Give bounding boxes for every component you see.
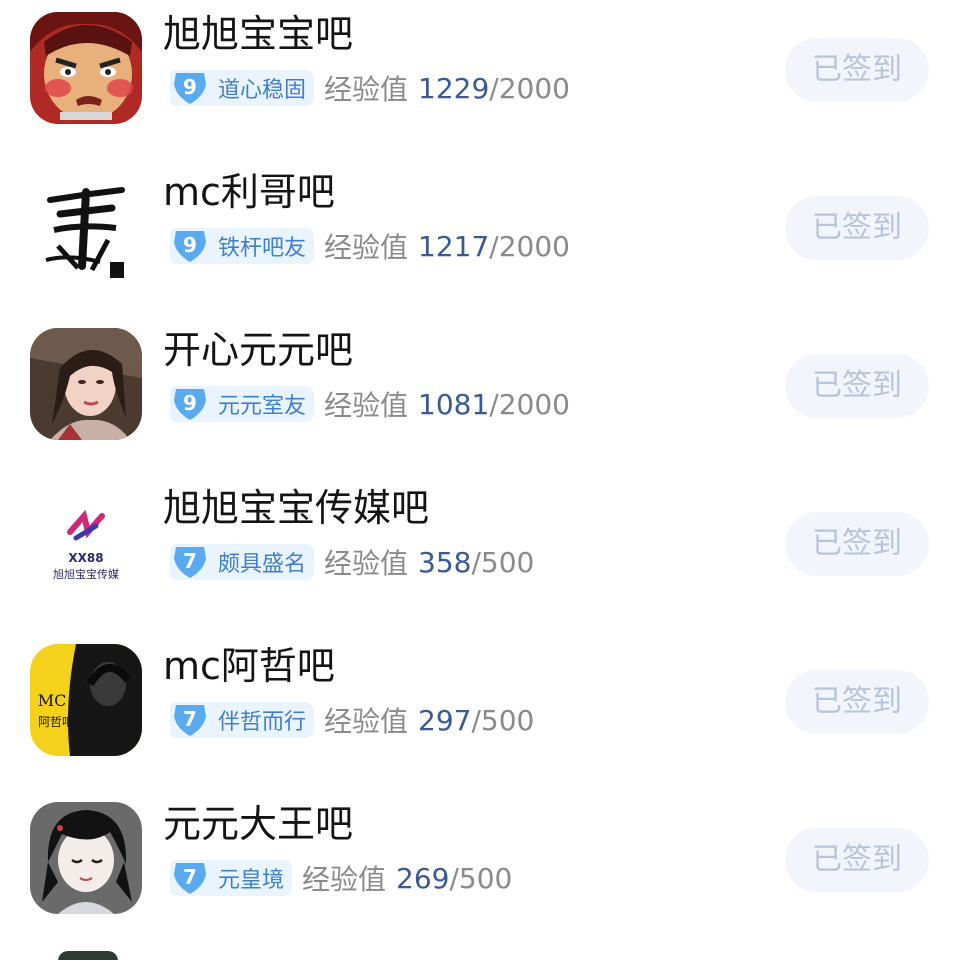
forum-name[interactable]: mc阿哲吧	[163, 640, 335, 692]
level-title: 铁杆吧友	[218, 236, 307, 261]
exp-max: /500	[471, 703, 535, 737]
logo-text: XX88	[68, 551, 103, 565]
level-number: 9	[183, 391, 197, 415]
exp-max: /500	[471, 545, 535, 579]
forum-meta: 7 颇具盛名 经验值 358 /500	[170, 542, 534, 582]
forum-row[interactable]: mc利哥吧 9 铁杆吧友 经验值 1217 /2000 已签到	[0, 158, 960, 316]
forum-row[interactable]: XX88 旭旭宝宝传媒 旭旭宝宝传媒吧 7 颇具盛名 经验值 358 /500 …	[0, 474, 960, 632]
level-number: 7	[183, 865, 197, 889]
signed-in-button[interactable]: 已签到	[785, 196, 929, 260]
exp-current: 269	[396, 861, 450, 895]
exp-current: 1081	[418, 387, 490, 421]
forum-list: 旭旭宝宝吧 9 道心稳固 经验值 1229 /2000 已签到 mc利哥吧 9 …	[0, 0, 960, 960]
level-shield-icon: 9	[170, 386, 210, 422]
exp-current: 1217	[418, 229, 490, 263]
cartoon-face-avatar[interactable]	[30, 12, 142, 124]
level-shield-icon: 9	[170, 228, 210, 264]
level-title: 道心稳固	[218, 78, 307, 103]
level-number: 7	[183, 707, 197, 731]
level-badge: 9 铁杆吧友	[170, 228, 315, 264]
forum-meta: 9 元元室友 经验值 1081 /2000	[170, 384, 570, 424]
exp-current: 297	[418, 703, 472, 737]
level-shield-icon: 7	[170, 544, 210, 580]
forum-name[interactable]: mc利哥吧	[163, 166, 335, 218]
forum-meta: 7 伴哲而行 经验值 297 /500	[170, 700, 534, 740]
level-shield-icon: 7	[170, 702, 210, 738]
forum-name[interactable]: 旭旭宝宝传媒吧	[163, 482, 429, 534]
level-badge: 7 元皇境	[170, 860, 293, 896]
forum-name[interactable]: 元元大王吧	[163, 798, 353, 850]
signed-in-button[interactable]: 已签到	[785, 828, 929, 892]
poster-subtext: 阿哲吧	[38, 715, 74, 729]
exp-max: /2000	[489, 71, 570, 105]
exp-max: /2000	[489, 387, 570, 421]
signed-in-button[interactable]: 已签到	[785, 512, 929, 576]
portrait-avatar[interactable]	[30, 328, 142, 440]
level-number: 7	[183, 549, 197, 573]
exp-label: 经验值	[324, 73, 409, 106]
exp-label: 经验值	[324, 231, 409, 264]
level-badge: 7 颇具盛名	[170, 544, 315, 580]
forum-meta: 7 元皇境 经验值 269 /500	[170, 858, 512, 898]
level-badge: 7 伴哲而行	[170, 702, 315, 738]
level-badge: 9 道心稳固	[170, 70, 315, 106]
level-shield-icon: 9	[170, 70, 210, 106]
forum-row[interactable]: 旭旭宝宝吧 9 道心稳固 经验值 1229 /2000 已签到	[0, 0, 960, 158]
exp-current: 1229	[418, 71, 490, 105]
forum-meta: 9 铁杆吧友 经验值 1217 /2000	[170, 226, 570, 266]
exp-label: 经验值	[324, 705, 409, 738]
exp-current: 358	[418, 545, 472, 579]
forum-row[interactable]: MC 阿哲吧 mc阿哲吧 7 伴哲而行 经验值 297 /500 已签到	[0, 632, 960, 790]
exp-max: /2000	[489, 229, 570, 263]
exp-label: 经验值	[324, 389, 409, 422]
forum-row[interactable]: 开心元元吧 9 元元室友 经验值 1081 /2000 已签到	[0, 316, 960, 474]
exp-label: 经验值	[324, 547, 409, 580]
forum-row[interactable]: 元元大王吧 7 元皇境 经验值 269 /500 已签到	[0, 790, 960, 948]
anime-avatar[interactable]	[30, 802, 142, 914]
forum-name[interactable]: 开心元元吧	[163, 324, 353, 376]
level-title: 颇具盛名	[218, 552, 307, 577]
level-shield-icon: 7	[170, 860, 210, 896]
poster-text: MC	[38, 691, 67, 710]
exp-label: 经验值	[302, 863, 387, 896]
signed-in-button[interactable]: 已签到	[785, 354, 929, 418]
forum-meta: 9 道心稳固 经验值 1229 /2000	[170, 68, 570, 108]
level-number: 9	[183, 75, 197, 99]
logo-avatar[interactable]: XX88 旭旭宝宝传媒	[30, 486, 142, 598]
level-title: 伴哲而行	[218, 710, 307, 735]
signed-in-button[interactable]: 已签到	[785, 38, 929, 102]
exp-max: /500	[449, 861, 513, 895]
level-title: 元皇境	[218, 868, 285, 893]
forum-name[interactable]: 旭旭宝宝吧	[163, 8, 353, 60]
calligraphy-avatar[interactable]	[30, 170, 142, 282]
level-title: 元元室友	[218, 394, 307, 419]
logo-subtext: 旭旭宝宝传媒	[53, 567, 119, 581]
signed-in-button[interactable]: 已签到	[785, 670, 929, 734]
next-avatar-peek	[58, 951, 118, 960]
poster-avatar[interactable]: MC 阿哲吧	[30, 644, 142, 756]
level-number: 9	[183, 233, 197, 257]
level-badge: 9 元元室友	[170, 386, 315, 422]
